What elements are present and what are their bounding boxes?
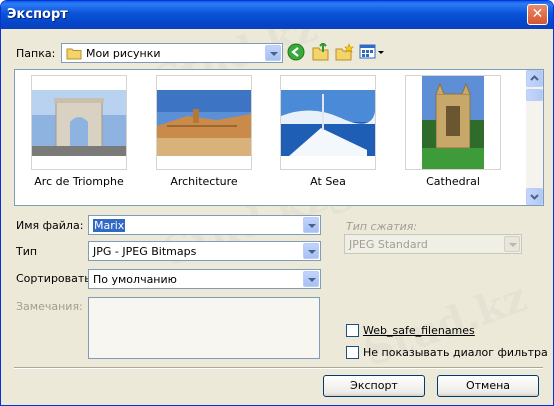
compression-select: JPEG Standard: [344, 234, 522, 254]
cathedral-image: [422, 76, 484, 169]
compression-value: JPEG Standard: [349, 238, 428, 251]
chevron-down-icon[interactable]: [265, 45, 281, 61]
notes-label: Замечания:: [16, 300, 83, 313]
vertical-scrollbar[interactable]: [526, 70, 543, 205]
notes-field: [88, 297, 320, 359]
filename-label: Имя файла:: [16, 219, 84, 232]
chevron-down-icon[interactable]: [303, 271, 319, 287]
view-menu-button[interactable]: [359, 43, 385, 63]
back-button[interactable]: [287, 43, 309, 63]
scroll-down-button[interactable]: [526, 188, 543, 205]
thumbnail-at-sea[interactable]: [280, 75, 376, 170]
sort-label: Сортировать: [16, 272, 91, 285]
folder-select[interactable]: Мои рисунки: [61, 43, 283, 63]
chevron-up-icon: [530, 75, 539, 81]
up-folder-icon: [312, 41, 329, 61]
architecture-image: [157, 90, 251, 156]
chevron-down-icon: [530, 194, 539, 200]
thumbnail-caption: Arc de Triomphe: [34, 175, 124, 188]
arc-de-triomphe-image: [32, 90, 126, 156]
thumbnail-caption: Cathedral: [426, 175, 480, 188]
filename-input[interactable]: Marix: [88, 215, 321, 235]
web-safe-filenames-checkbox[interactable]: [346, 324, 359, 337]
back-icon: [287, 43, 305, 61]
thumbnail-cathedral[interactable]: [405, 75, 501, 170]
thumbnail-arc-de-triomphe[interactable]: [31, 75, 127, 170]
thumbnail-caption: Architecture: [170, 175, 238, 188]
scroll-up-button[interactable]: [526, 70, 543, 87]
new-folder-icon: [335, 43, 354, 61]
close-button[interactable]: ✕: [527, 4, 548, 25]
export-button[interactable]: Экспорт: [323, 375, 425, 397]
window-title: Экспорт: [7, 7, 68, 22]
title-bar[interactable]: Экспорт ✕: [1, 1, 553, 29]
hide-filter-dialog-checkbox[interactable]: [346, 346, 359, 359]
filename-value: Marix: [93, 219, 126, 232]
new-folder-button[interactable]: [335, 43, 357, 63]
sort-select[interactable]: По умолчанию: [88, 269, 321, 289]
scroll-thumb[interactable]: [526, 89, 543, 101]
thumbnail-caption: At Sea: [310, 175, 346, 188]
thumbnail-view[interactable]: Arc de Triomphe Architecture At Sea Cath…: [14, 69, 544, 206]
folder-label: Папка:: [16, 47, 56, 60]
web-safe-filenames-label[interactable]: Web_safe_filenames: [363, 324, 475, 337]
folder-icon: [66, 47, 82, 63]
compression-label: Тип сжатия:: [346, 220, 418, 233]
sort-value: По умолчанию: [93, 273, 177, 286]
cancel-button[interactable]: Отмена: [437, 375, 539, 397]
type-select[interactable]: JPG - JPEG Bitmaps: [88, 241, 321, 261]
up-folder-button[interactable]: [311, 41, 333, 63]
at-sea-image: [281, 90, 375, 156]
chevron-down-icon: [504, 236, 520, 252]
separator: [14, 367, 543, 369]
chevron-down-icon[interactable]: [303, 243, 319, 259]
chevron-down-icon[interactable]: [303, 217, 319, 233]
thumbnail-architecture[interactable]: [156, 75, 252, 170]
type-label: Тип: [16, 245, 38, 258]
folder-value: Мои рисунки: [86, 47, 161, 60]
hide-filter-dialog-label[interactable]: Не показывать диалог фильтра: [363, 346, 548, 359]
view-menu-icon: [359, 44, 384, 59]
type-value: JPG - JPEG Bitmaps: [93, 245, 197, 258]
export-dialog: Stud.kz Stud.kz Stud.kz Stud.kz Экспорт …: [0, 0, 554, 406]
